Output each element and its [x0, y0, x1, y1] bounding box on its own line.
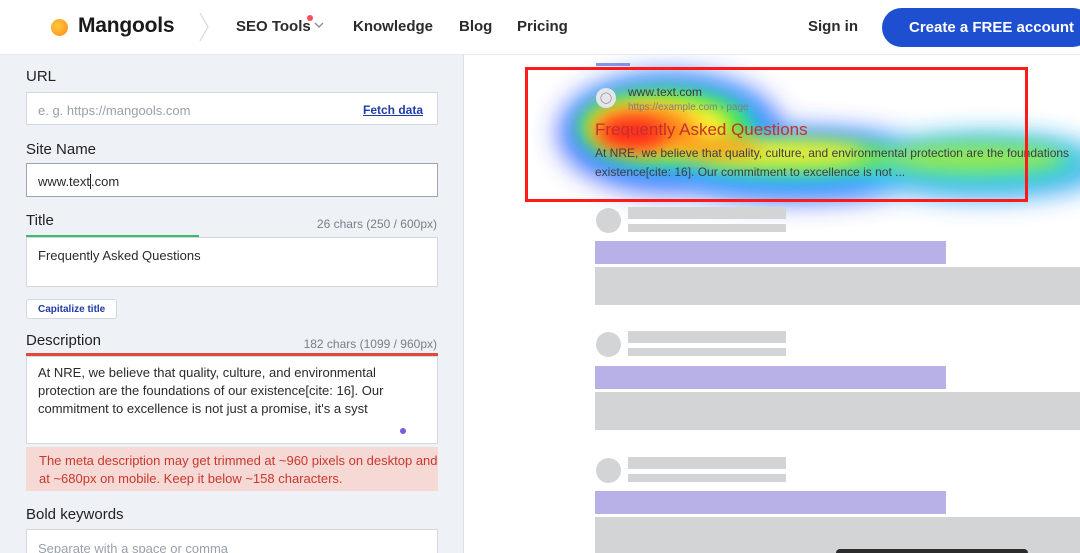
nav-pricing[interactable]: Pricing: [517, 18, 568, 35]
skeleton-line: [628, 457, 786, 469]
preview-tab-indicator: [596, 63, 630, 66]
url-label: URL: [26, 68, 57, 85]
site-name-value-end: .com: [91, 174, 120, 189]
grammar-dot-icon[interactable]: [400, 428, 406, 434]
mangools-logo[interactable]: Mangools: [51, 14, 175, 38]
title-textarea[interactable]: Frequently Asked Questions: [26, 237, 438, 287]
mangools-logo-icon: [51, 15, 69, 37]
site-name-value-start: www.text: [38, 174, 91, 189]
skeleton-description: [595, 267, 1080, 305]
description-char-count: 182 chars (1099 / 960px): [303, 337, 437, 351]
skeleton-title: [595, 241, 946, 264]
skeleton-description: [595, 517, 1080, 553]
description-warning: The meta description may get trimmed at …: [26, 447, 438, 491]
serp-preview-panel: ◯ www.text.com https://example.com › pag…: [465, 55, 1080, 553]
skeleton-line: [628, 224, 786, 232]
skeleton-line: [628, 474, 786, 482]
skeleton-line: [628, 348, 786, 356]
bottom-bar: [836, 549, 1028, 553]
notification-dot: [307, 15, 313, 21]
chevron-down-icon[interactable]: [314, 22, 324, 29]
skeleton-line: [628, 207, 786, 219]
site-name-label: Site Name: [26, 141, 97, 158]
site-name-input[interactable]: www.text.com: [26, 163, 438, 197]
description-value: At NRE, we believe that quality, culture…: [38, 365, 384, 416]
skeleton-line: [628, 331, 786, 343]
title-char-count: 26 chars (250 / 600px): [316, 217, 437, 231]
nav-knowledge[interactable]: Knowledge: [353, 18, 433, 35]
serp-editor-panel: URL e. g. https://mangools.com Fetch dat…: [0, 55, 464, 553]
url-placeholder: e. g. https://mangools.com: [38, 103, 191, 118]
skeleton-avatar: [596, 458, 621, 483]
divider-chevron-icon: [199, 12, 209, 42]
bold-keywords-label: Bold keywords: [26, 506, 124, 523]
nav-seo-tools[interactable]: SEO Tools: [236, 18, 311, 35]
title-value: Frequently Asked Questions: [38, 248, 201, 263]
description-textarea[interactable]: At NRE, we believe that quality, culture…: [26, 356, 438, 444]
nav-blog[interactable]: Blog: [459, 18, 492, 35]
skeleton-title: [595, 366, 946, 389]
create-account-button[interactable]: Create a FREE account: [882, 8, 1080, 47]
highlight-box: [525, 67, 1028, 202]
description-label: Description: [26, 332, 102, 349]
capitalize-title-button[interactable]: Capitalize title: [26, 299, 118, 319]
skeleton-description: [595, 392, 1080, 430]
skeleton-avatar: [596, 332, 621, 357]
title-label: Title: [26, 212, 54, 229]
logo-text: Mangools: [78, 14, 175, 37]
skeleton-title: [595, 491, 946, 514]
url-input[interactable]: e. g. https://mangools.com Fetch data: [26, 92, 438, 125]
top-navbar: Mangools SEO Tools Knowledge Blog Pricin…: [0, 0, 1080, 55]
bold-keywords-placeholder: Separate with a space or comma: [38, 541, 229, 553]
fetch-data-link[interactable]: Fetch data: [363, 103, 423, 117]
skeleton-avatar: [596, 208, 621, 233]
bold-keywords-input[interactable]: Separate with a space or comma: [26, 529, 438, 553]
sign-in-link[interactable]: Sign in: [808, 18, 858, 35]
